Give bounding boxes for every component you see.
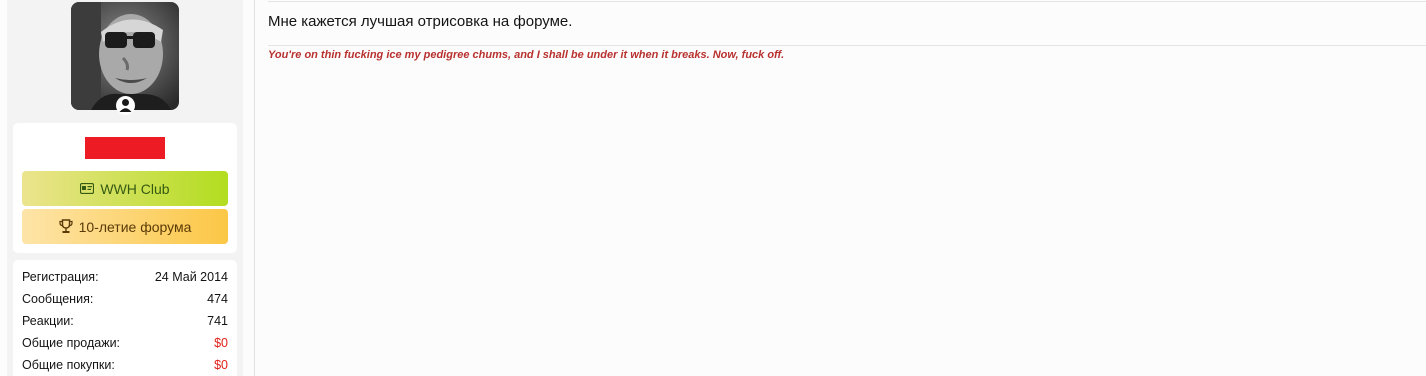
stat-value: 741 xyxy=(207,314,228,328)
user-sidebar: WWH Club 10-летие форума Регистрация: 24… xyxy=(7,0,243,376)
post-main: Мне кажется лучшая отрисовка на форуме. … xyxy=(255,0,1426,376)
badge-forum-anniversary[interactable]: 10-летие форума xyxy=(22,209,228,244)
badge-label: 10-летие форума xyxy=(78,218,192,235)
stat-label: Общие покупки: xyxy=(22,358,115,372)
user-signature: You're on thin fucking ice my pedigree c… xyxy=(268,49,785,61)
avatar-container xyxy=(71,2,179,115)
stat-label: Сообщения: xyxy=(22,292,94,306)
stat-label: Общие продажи: xyxy=(22,336,121,350)
user-status-icon xyxy=(116,96,135,115)
post-top-divider xyxy=(268,1,1426,2)
stat-value: 24 Май 2014 xyxy=(154,270,228,284)
user-stats: Регистрация: 24 Май 2014 Сообщения: 474 … xyxy=(13,260,237,376)
post-body: Мне кажется лучшая отрисовка на форуме. xyxy=(268,13,573,30)
user-card: WWH Club 10-летие форума xyxy=(13,123,237,253)
stat-value: $0 xyxy=(214,358,228,372)
stat-total-sales: Общие продажи: $0 xyxy=(22,333,228,353)
stat-label: Реакции: xyxy=(22,314,74,328)
stat-registration: Регистрация: 24 Май 2014 xyxy=(22,267,228,287)
badge-label: WWH Club xyxy=(100,180,170,197)
trophy-icon xyxy=(58,219,73,234)
id-card-icon xyxy=(80,183,95,194)
stat-reactions: Реакции: 741 xyxy=(22,311,228,331)
stat-total-purchases: Общие покупки: $0 xyxy=(22,355,228,375)
stat-value: $0 xyxy=(214,336,228,350)
forum-post: WWH Club 10-летие форума Регистрация: 24… xyxy=(0,0,1426,376)
badge-wwh-club[interactable]: WWH Club xyxy=(22,171,228,206)
stat-label: Регистрация: xyxy=(22,270,99,284)
username-redaction xyxy=(85,137,165,159)
stat-value[interactable]: 474 xyxy=(207,292,228,306)
avatar[interactable] xyxy=(71,2,179,110)
stat-messages: Сообщения: 474 xyxy=(22,289,228,309)
signature-divider xyxy=(268,45,1426,46)
